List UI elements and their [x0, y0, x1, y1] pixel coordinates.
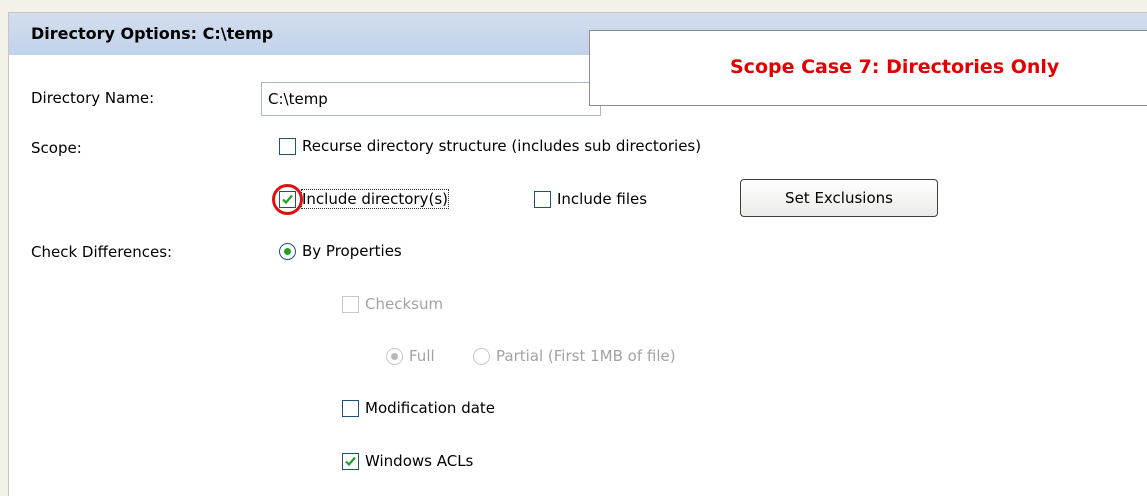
include-files-option[interactable]: Include files [534, 190, 647, 208]
checksum-checkbox[interactable] [342, 295, 359, 313]
recurse-label: Recurse directory structure (includes su… [302, 137, 702, 155]
include-dirs-label: Include directory(s) [301, 189, 449, 209]
partial-label: Partial (First 1MB of file) [496, 347, 676, 365]
modification-date-option[interactable]: Modification date [342, 399, 495, 417]
red-circle-highlight [272, 183, 303, 215]
include-dirs-option[interactable]: Include directory(s) [272, 183, 449, 215]
windows-acls-label: Windows ACLs [365, 452, 474, 470]
by-properties-label: By Properties [302, 242, 402, 260]
partial-radio[interactable] [473, 347, 490, 365]
full-option[interactable]: Full [386, 347, 435, 365]
modification-date-label: Modification date [365, 399, 496, 417]
include-dirs-checkbox[interactable] [272, 183, 303, 215]
radio-dot-icon [391, 352, 398, 360]
checksum-option[interactable]: Checksum [342, 295, 443, 313]
include-files-label: Include files [557, 190, 648, 208]
panel-title: Directory Options: C:\temp [31, 24, 274, 43]
full-label: Full [409, 347, 435, 365]
check-differences-label: Check Differences: [31, 243, 173, 261]
directory-name-input[interactable] [261, 82, 601, 116]
recurse-option[interactable]: Recurse directory structure (includes su… [279, 137, 701, 155]
windows-acls-option[interactable]: Windows ACLs [342, 452, 473, 470]
windows-acls-checkbox[interactable] [342, 452, 359, 470]
include-files-checkbox[interactable] [534, 190, 551, 208]
partial-option[interactable]: Partial (First 1MB of file) [473, 347, 676, 365]
by-properties-option[interactable]: By Properties [279, 242, 402, 260]
scope-case-callout: Scope Case 7: Directories Only [589, 30, 1147, 106]
directory-options-panel: Directory Options: C:\temp Directory Nam… [8, 12, 1147, 496]
directory-name-label: Directory Name: [31, 89, 155, 107]
full-radio[interactable] [386, 347, 403, 365]
set-exclusions-button[interactable]: Set Exclusions [740, 179, 938, 217]
radio-dot-icon [284, 247, 291, 255]
scope-label: Scope: [31, 139, 82, 157]
by-properties-radio[interactable] [279, 242, 296, 260]
checkmark-icon [345, 456, 356, 466]
recurse-checkbox[interactable] [279, 137, 296, 155]
modification-date-checkbox[interactable] [342, 399, 359, 417]
checksum-label: Checksum [365, 295, 444, 313]
callout-text: Scope Case 7: Directories Only [730, 56, 1060, 78]
